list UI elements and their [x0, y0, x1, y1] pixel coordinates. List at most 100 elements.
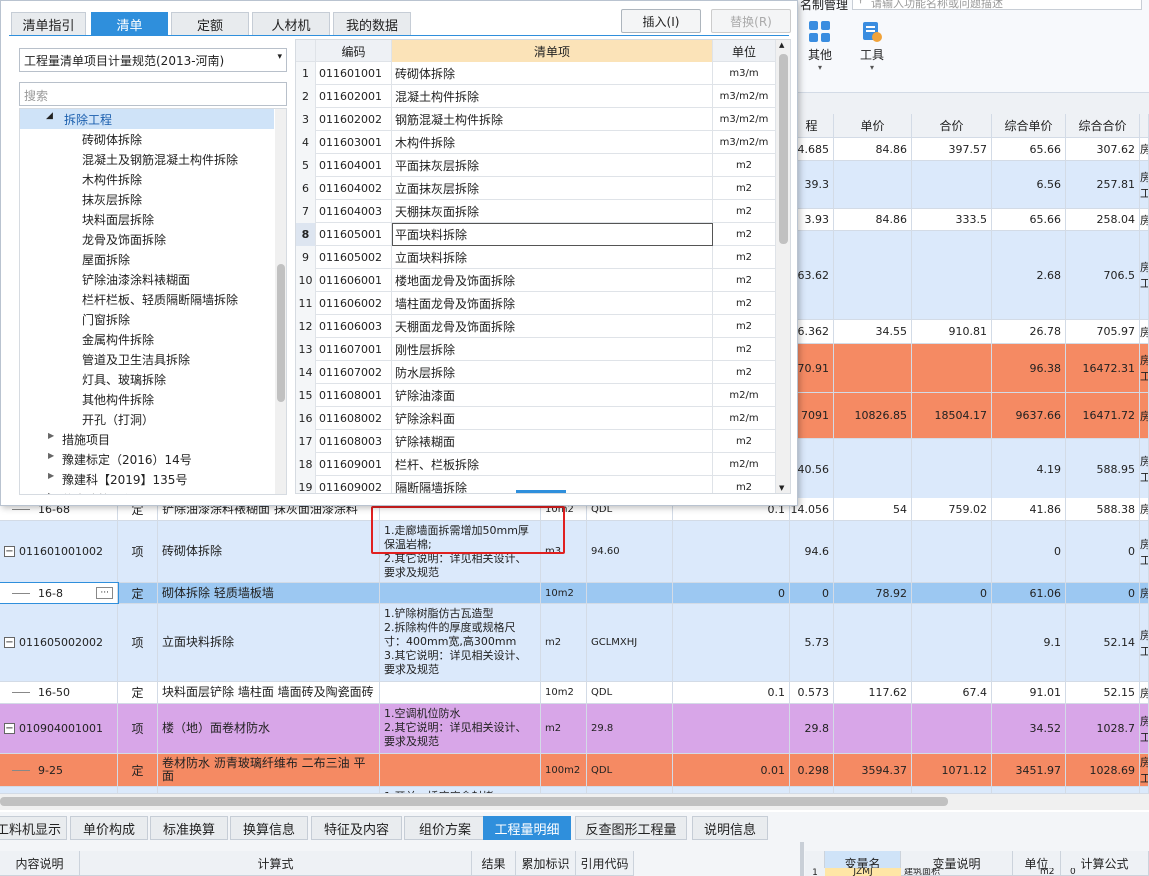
- cell-code[interactable]: 9-25: [0, 754, 118, 786]
- bill-table-row[interactable]: 3 011602002 钢筋混凝土构件拆除 m3/m2/m: [296, 108, 776, 131]
- bottom-tab-7[interactable]: 工程量明细: [483, 816, 571, 840]
- bill-table-row[interactable]: 8 011605001 平面块料拆除 m2: [296, 223, 776, 246]
- h-scrollbar[interactable]: [0, 794, 1149, 810]
- tree-item[interactable]: 门窗拆除: [82, 311, 130, 328]
- expand-triangle-icon[interactable]: ▶: [48, 471, 54, 480]
- tree-item[interactable]: 屋面拆除: [82, 251, 130, 268]
- collapse-icon[interactable]: −: [4, 723, 15, 734]
- bill-table-row[interactable]: 15 011608001 铲除油漆面 m2/m: [296, 384, 776, 407]
- collapse-icon[interactable]: −: [4, 637, 15, 648]
- bill-table-row[interactable]: 18 011609001 栏杆、栏板拆除 m2/m: [296, 453, 776, 476]
- bottom-left-header-5[interactable]: 引用代码: [576, 851, 634, 876]
- h-scrollbar-thumb[interactable]: [0, 797, 948, 806]
- name-mgmt-label[interactable]: 名制管理: [800, 0, 848, 13]
- tree-search-input[interactable]: 搜索: [19, 82, 287, 106]
- scroll-down-icon[interactable]: ▼: [779, 484, 784, 492]
- tree-section-item[interactable]: 措施项目: [62, 431, 110, 448]
- bill-table-row[interactable]: 17 011608003 铲除裱糊面 m2: [296, 430, 776, 453]
- cell-code[interactable]: [0, 787, 118, 793]
- bill-table-row[interactable]: 11 011606002 墙柱面龙骨及饰面拆除 m2: [296, 292, 776, 315]
- expand-triangle-icon[interactable]: ▶: [48, 451, 54, 460]
- bottom-left-header-3[interactable]: 结果: [472, 851, 516, 876]
- table-scrollbar-thumb[interactable]: [779, 54, 788, 244]
- bottom-left-header-1[interactable]: 内容说明: [0, 851, 80, 876]
- bottom-tab-2[interactable]: 单价构成: [70, 816, 148, 840]
- tools-button[interactable]: 工具 ▾: [852, 20, 892, 72]
- cell-code[interactable]: 16-50: [0, 682, 118, 703]
- bill-table-row[interactable]: 6 011604002 立面抹灰层拆除 m2: [296, 177, 776, 200]
- var-name-cell[interactable]: JZMJ: [825, 868, 901, 876]
- bill-table-row[interactable]: 12 011606003 天棚面龙骨及饰面拆除 m2: [296, 315, 776, 338]
- cell-code[interactable]: −011601001002: [0, 521, 118, 582]
- tree-item[interactable]: 抹灰层拆除: [82, 191, 142, 208]
- splitter-handle[interactable]: [516, 490, 566, 493]
- bill-table-row[interactable]: 4 011603001 木构件拆除 m3/m2/m: [296, 131, 776, 154]
- bottom-left-header-4[interactable]: 累加标识: [516, 851, 576, 876]
- tree-item[interactable]: 金属构件拆除: [82, 331, 154, 348]
- grid-row[interactable]: 16-50 定块料面层铲除 墙柱面 墙面砖及陶瓷面砖 10m2 QDL 0.1 0.573…: [0, 682, 1149, 704]
- bottom-tab-1[interactable]: 工料机显示: [0, 816, 67, 840]
- bill-table-row[interactable]: 14 011607002 防水层拆除 m2: [296, 361, 776, 384]
- grid-row[interactable]: 16-8···定砌体拆除 轻质墙板墙10m20078.92061.060房: [0, 582, 1149, 604]
- grid-row[interactable]: 1.开关、插座底盒封堵: [0, 787, 1149, 794]
- expand-triangle-icon[interactable]: ▶: [48, 431, 54, 440]
- tree-item[interactable]: 砖砌体拆除: [82, 131, 142, 148]
- expand-triangle-icon[interactable]: ▶: [48, 491, 54, 494]
- tree-item[interactable]: 混凝土及钢筋混凝土构件拆除: [82, 151, 238, 168]
- collapse-triangle-icon[interactable]: ◢: [46, 111, 53, 121]
- row-index: 17: [296, 430, 316, 453]
- tree-section-item[interactable]: 豫建标定（2016）14号: [62, 451, 192, 468]
- bottom-tab-5[interactable]: 特征及内容: [311, 816, 402, 840]
- dialog-tab-4[interactable]: 人材机: [252, 12, 330, 36]
- tree-scrollbar[interactable]: [275, 109, 286, 494]
- bottom-tab-9[interactable]: 说明信息: [692, 816, 768, 840]
- tree-section-item[interactable]: 豫建科【2019】135号: [62, 471, 187, 488]
- function-search-input[interactable]: ⚲ 请输入功能名称或问题描述: [852, 0, 1142, 10]
- bill-table-row[interactable]: 13 011607001 刚性层拆除 m2: [296, 338, 776, 361]
- panel-splitter[interactable]: [800, 842, 804, 876]
- tree-scrollbar-thumb[interactable]: [277, 264, 285, 402]
- dialog-tab-1[interactable]: 清单指引: [11, 12, 86, 36]
- dialog-tab-3[interactable]: 定额: [171, 12, 249, 36]
- cell-code[interactable]: −011605002002: [0, 604, 118, 681]
- tree-root-item[interactable]: 拆除工程: [64, 111, 112, 128]
- insert-button[interactable]: 插入(I): [621, 9, 701, 33]
- dialog-tab-2[interactable]: 清单: [91, 12, 168, 36]
- grid-row[interactable]: 9-25 定卷材防水 沥青玻璃纤维布 二布三油 平面 100m2 QDL 0.01 0.2…: [0, 754, 1149, 787]
- cell-code[interactable]: −010904001001: [0, 704, 118, 753]
- tree-section-item[interactable]: 仿古建筑工程: [62, 491, 134, 494]
- more-button[interactable]: ···: [96, 587, 113, 599]
- bottom-tab-8[interactable]: 反查图形工程量: [575, 816, 687, 840]
- bill-table-row[interactable]: 2 011602001 混凝土构件拆除 m3/m2/m: [296, 85, 776, 108]
- replace-button[interactable]: 替换(R): [711, 9, 791, 33]
- bill-table-row[interactable]: 1 011601001 砖砌体拆除 m3/m: [296, 62, 776, 85]
- grid-row[interactable]: −010904001001 项楼（地）面卷材防水 1.空调机位防水 2.其它说明：详…: [0, 704, 1149, 754]
- bill-table-row[interactable]: 10 011606001 楼地面龙骨及饰面拆除 m2: [296, 269, 776, 292]
- bill-table-row[interactable]: 7 011604003 天棚抹灰面拆除 m2: [296, 200, 776, 223]
- dialog-tab-5[interactable]: 我的数据: [333, 12, 411, 36]
- tree-item[interactable]: 开孔（打洞）: [82, 411, 154, 428]
- tree-item[interactable]: 铲除油漆涂料裱糊面: [82, 271, 190, 288]
- other-button[interactable]: 其他 ▾: [800, 20, 840, 72]
- bill-table-row[interactable]: 9 011605002 立面块料拆除 m2: [296, 246, 776, 269]
- tree-item[interactable]: 管道及卫生洁具拆除: [82, 351, 190, 368]
- tree-item[interactable]: 其他构件拆除: [82, 391, 154, 408]
- grid-row[interactable]: −011601001002 项砖砌体拆除 1.走廊墙面拆需增加50mm厚保温岩棉; …: [0, 521, 1149, 583]
- bottom-tab-3[interactable]: 标准换算: [150, 816, 228, 840]
- bottom-tab-4[interactable]: 换算信息: [230, 816, 308, 840]
- collapse-icon[interactable]: −: [4, 546, 15, 557]
- grid-row[interactable]: −011605002002 项立面块料拆除 1.铲除树脂仿古瓦造型 2.拆除构件的厚…: [0, 604, 1149, 682]
- bottom-tab-6[interactable]: 组价方案: [404, 816, 486, 840]
- standard-select[interactable]: 工程量清单项目计量规范(2013-河南) ▾: [19, 48, 287, 72]
- scroll-up-icon[interactable]: ▲: [779, 41, 784, 49]
- tree-item[interactable]: 栏杆栏板、轻质隔断隔墙拆除: [82, 291, 238, 308]
- tree-item[interactable]: 块料面层拆除: [82, 211, 154, 228]
- tree-item[interactable]: 木构件拆除: [82, 171, 142, 188]
- tree-item[interactable]: 龙骨及饰面拆除: [82, 231, 166, 248]
- bottom-left-header-2[interactable]: 计算式: [80, 851, 472, 876]
- cell-code[interactable]: 16-8 ···: [0, 582, 119, 604]
- bill-table-row[interactable]: 16 011608002 铲除涂料面 m2/m: [296, 407, 776, 430]
- bill-table-row[interactable]: 5 011604001 平面抹灰层拆除 m2: [296, 154, 776, 177]
- table-scrollbar[interactable]: ▲ ▼: [776, 40, 790, 493]
- tree-item[interactable]: 灯具、玻璃拆除: [82, 371, 166, 388]
